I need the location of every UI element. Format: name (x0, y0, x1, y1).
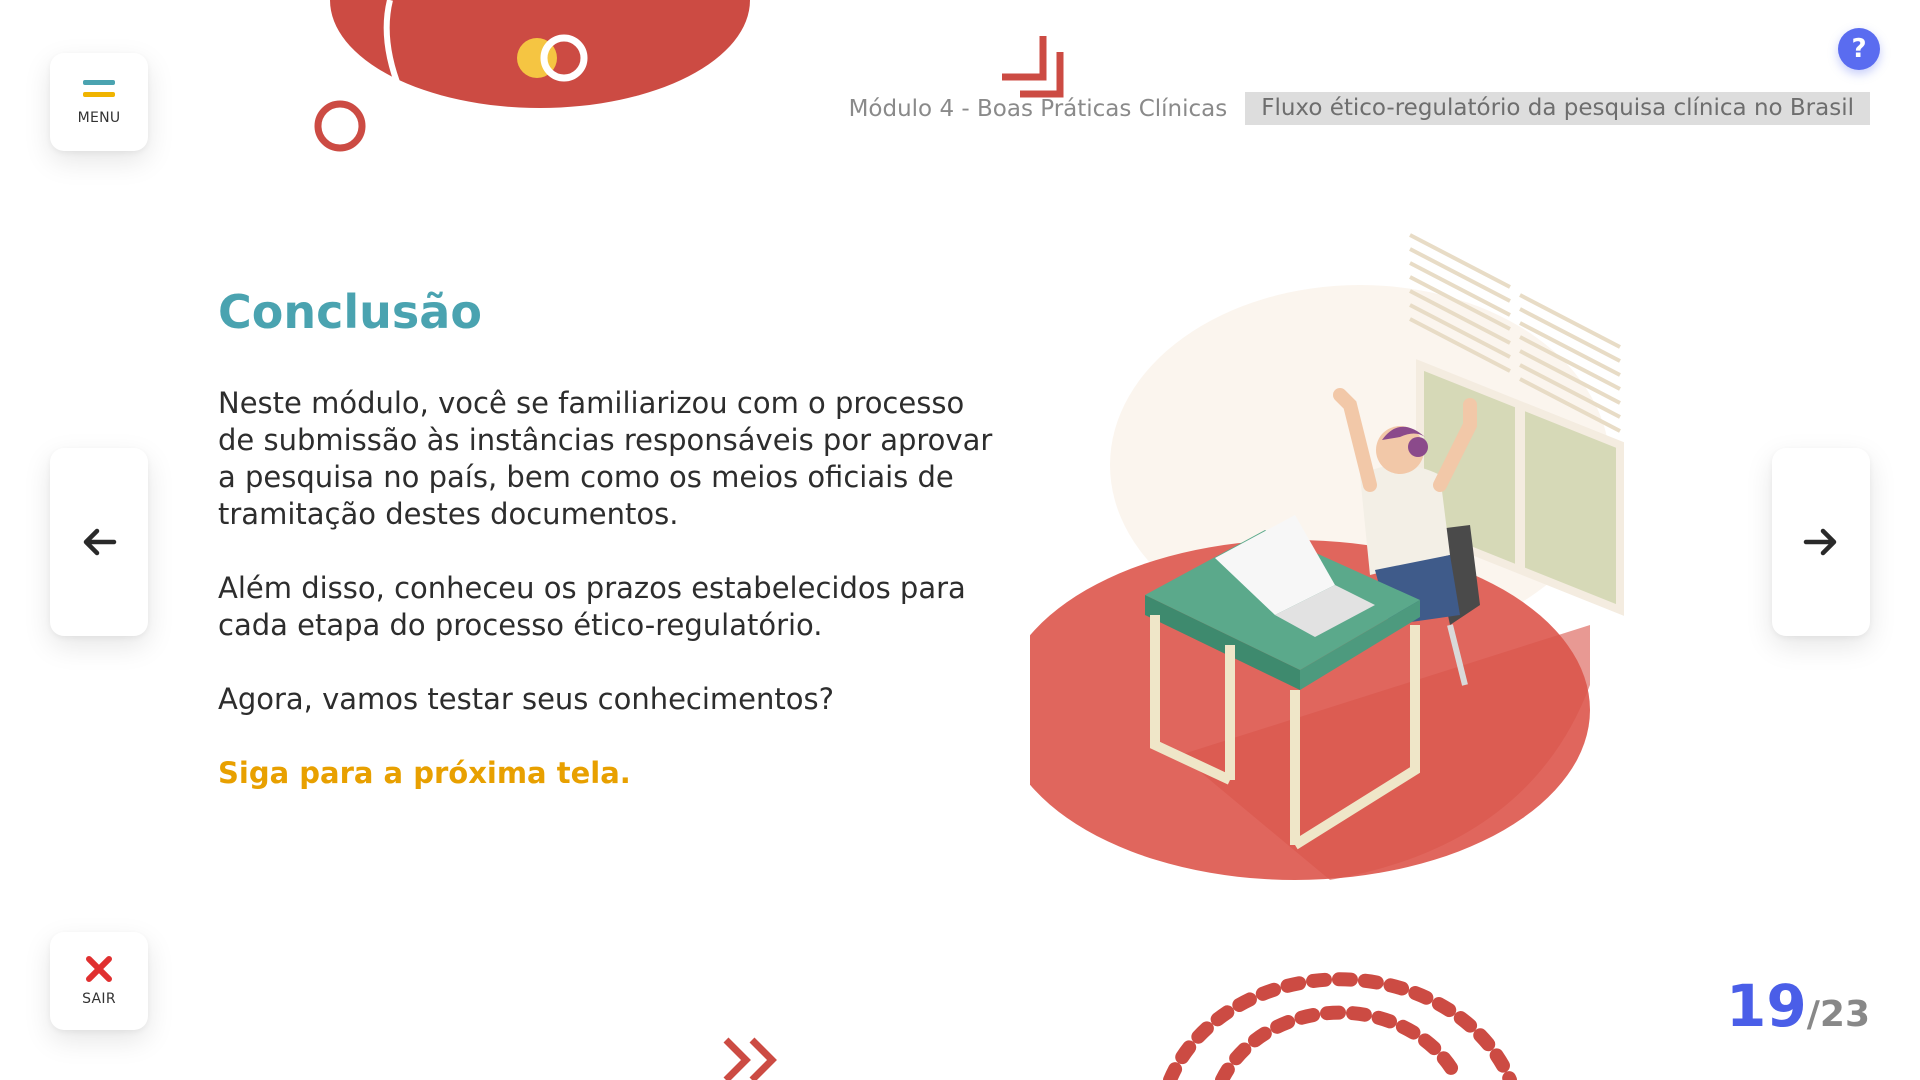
paragraph: Neste módulo, você se familiarizou com o… (218, 386, 993, 531)
main-content: Conclusão Neste módulo, você se familiar… (218, 285, 998, 792)
page-counter: 19 /23 (1726, 972, 1870, 1040)
total-pages: /23 (1806, 994, 1870, 1035)
hamburger-menu-icon (83, 80, 115, 97)
page-title: Conclusão (218, 285, 482, 339)
arrow-right-icon (1803, 528, 1837, 556)
paragraph: Além disso, conheceu os prazos estabelec… (218, 571, 966, 642)
menu-button[interactable]: MENU (50, 53, 148, 151)
next-screen-prompt: Siga para a próxima tela. (218, 756, 631, 790)
exit-button[interactable]: SAIR (50, 932, 148, 1030)
small-ring-decoration (314, 100, 366, 152)
current-page-number: 19 (1726, 972, 1807, 1040)
arrow-left-icon (83, 528, 117, 556)
bottom-chevron-decoration (723, 1037, 777, 1080)
corner-bracket-decoration (1002, 36, 1064, 98)
help-button[interactable]: ? (1838, 28, 1880, 70)
breadcrumb: Módulo 4 - Boas Práticas Clínicas Fluxo … (849, 92, 1870, 125)
menu-label: MENU (77, 110, 121, 126)
person-at-desk-illustration (1030, 233, 1624, 880)
question-mark-icon: ? (1851, 34, 1867, 64)
previous-page-button[interactable] (50, 448, 148, 636)
topic-title: Fluxo ético-regulatório da pesquisa clín… (1245, 92, 1870, 125)
close-x-icon (86, 956, 112, 982)
bottom-dotted-arc-decoration (1163, 972, 1517, 1080)
exit-label: SAIR (82, 991, 116, 1007)
next-page-button[interactable] (1772, 448, 1870, 636)
top-red-semicircle-decoration (330, 0, 750, 108)
module-title: Módulo 4 - Boas Práticas Clínicas (848, 95, 1228, 122)
paragraph: Agora, vamos testar seus conhecimentos? (218, 682, 835, 716)
